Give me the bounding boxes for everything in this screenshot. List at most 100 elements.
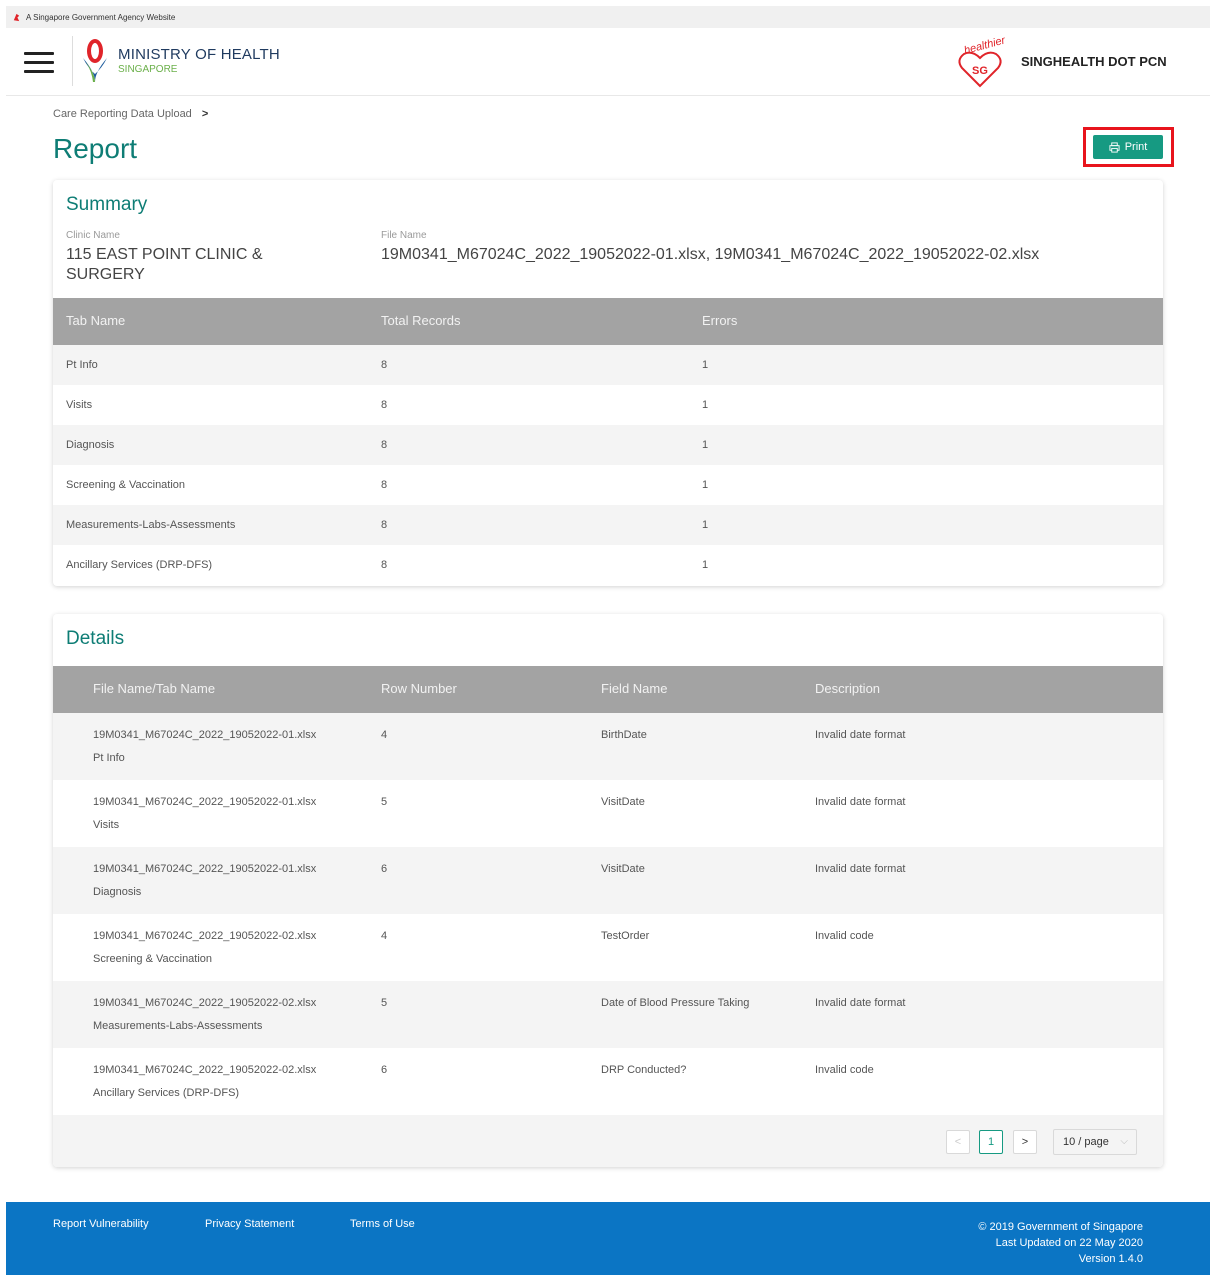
footer-link-terms[interactable]: Terms of Use (350, 1218, 415, 1230)
errors-cell: 1 (702, 479, 709, 491)
column-header: Field Name (601, 681, 668, 696)
description-cell: Invalid code (815, 930, 874, 942)
tab-name-cell: Screening & Vaccination (66, 479, 186, 491)
page-size-value: 10 / page (1063, 1136, 1109, 1148)
row-number-cell: 6 (381, 863, 388, 875)
file-name-cell: 19M0341_M67024C_2022_19052022-02.xlsx (93, 1064, 317, 1076)
table-row: Measurements-Labs-Assessments 8 1 (53, 505, 1163, 545)
field-name-cell: TestOrder (601, 930, 650, 942)
page-size-select[interactable]: 10 / page ⌵ (1053, 1129, 1137, 1155)
summary-card: Summary Clinic Name 115 EAST POINT CLINI… (53, 180, 1163, 586)
header-divider (72, 36, 73, 86)
column-header: Errors (702, 313, 738, 328)
table-row: 19M0341_M67024C_2022_19052022-02.xlsx Me… (53, 981, 1163, 1048)
table-row: 19M0341_M67024C_2022_19052022-01.xlsx Pt… (53, 713, 1163, 780)
errors-cell: 1 (702, 519, 709, 531)
table-row: Visits 8 1 (53, 385, 1163, 425)
breadcrumb-item-upload[interactable]: Care Reporting Data Upload (53, 108, 192, 120)
moh-logo[interactable]: MINISTRY OF HEALTH SINGAPORE (118, 46, 280, 75)
site-header: MINISTRY OF HEALTH SINGAPORE healthier S… (6, 28, 1210, 96)
total-records-cell: 8 (381, 399, 388, 411)
column-header: Row Number (381, 681, 457, 696)
field-name-cell: VisitDate (601, 863, 645, 875)
next-page-button[interactable]: > (1013, 1130, 1037, 1154)
total-records-cell: 8 (381, 519, 388, 531)
file-name-label: File Name (381, 230, 427, 241)
tab-name-cell: Ancillary Services (DRP-DFS) (93, 1087, 240, 1099)
column-header: Total Records (381, 313, 461, 328)
field-name-cell: DRP Conducted? (601, 1064, 687, 1076)
svg-text:SG: SG (972, 65, 988, 77)
printer-icon (1109, 141, 1120, 153)
tab-name-cell: Screening & Vaccination (93, 953, 213, 965)
row-number-cell: 6 (381, 1064, 388, 1076)
clinic-name-value-line2: SURGERY (66, 266, 145, 283)
total-records-cell: 8 (381, 359, 388, 371)
tab-name-cell: Diagnosis (66, 439, 115, 451)
lion-head-icon (13, 13, 20, 21)
breadcrumb: Care Reporting Data Upload > (53, 108, 208, 120)
table-row: 19M0341_M67024C_2022_19052022-02.xlsx Sc… (53, 914, 1163, 981)
row-number-cell: 5 (381, 997, 388, 1009)
print-button[interactable]: Print (1093, 135, 1163, 159)
errors-cell: 1 (702, 439, 709, 451)
copyright-text: © 2019 Government of Singapore (978, 1221, 1143, 1233)
details-title: Details (66, 628, 125, 649)
total-records-cell: 8 (381, 439, 388, 451)
column-header: File Name/Tab Name (93, 681, 216, 696)
description-cell: Invalid date format (815, 997, 906, 1009)
menu-icon[interactable] (24, 52, 54, 74)
description-cell: Invalid date format (815, 729, 906, 741)
row-number-cell: 4 (381, 930, 388, 942)
description-cell: Invalid date format (815, 796, 906, 808)
column-header: Description (815, 681, 881, 696)
last-updated-text: Last Updated on 22 May 2020 (995, 1237, 1143, 1249)
clinic-name-value-line1: 115 EAST POINT CLINIC & (66, 246, 263, 263)
table-row: 19M0341_M67024C_2022_19052022-02.xlsx An… (53, 1048, 1163, 1115)
prev-page-button[interactable]: < (946, 1130, 970, 1154)
summary-title: Summary (66, 194, 148, 215)
file-name-cell: 19M0341_M67024C_2022_19052022-01.xlsx (93, 729, 317, 741)
details-card: Details File Name/Tab Name Row Number Fi… (53, 614, 1163, 1167)
table-row: Screening & Vaccination 8 1 (53, 465, 1163, 505)
table-row: Diagnosis 8 1 (53, 425, 1163, 465)
gov-masthead: A Singapore Government Agency Website (6, 6, 1210, 28)
table-row: Pt Info 8 1 (53, 345, 1163, 385)
tab-name-cell: Pt Info (66, 359, 98, 371)
site-footer: Report Vulnerability Privacy Statement T… (6, 1202, 1210, 1275)
ministry-name: MINISTRY OF HEALTH (118, 46, 280, 63)
tab-name-cell: Diagnosis (93, 886, 142, 898)
tab-name-cell: Visits (93, 819, 120, 831)
tab-name-cell: Measurements-Labs-Assessments (93, 1020, 263, 1032)
table-row: 19M0341_M67024C_2022_19052022-01.xlsx Vi… (53, 780, 1163, 847)
tab-name-cell: Measurements-Labs-Assessments (66, 519, 236, 531)
total-records-cell: 8 (381, 479, 388, 491)
table-row: Ancillary Services (DRP-DFS) 8 1 (53, 545, 1163, 585)
breadcrumb-separator: > (201, 108, 209, 120)
description-cell: Invalid date format (815, 863, 906, 875)
details-table-header: File Name/Tab Name Row Number Field Name… (53, 666, 1163, 713)
row-number-cell: 4 (381, 729, 388, 741)
total-records-cell: 8 (381, 559, 388, 571)
clinic-name-label: Clinic Name (66, 230, 120, 241)
file-name-cell: 19M0341_M67024C_2022_19052022-01.xlsx (93, 863, 317, 875)
description-cell: Invalid code (815, 1064, 874, 1076)
moh-emblem-icon (83, 39, 107, 82)
field-name-cell: VisitDate (601, 796, 645, 808)
page-1-button[interactable]: 1 (979, 1130, 1003, 1154)
errors-cell: 1 (702, 399, 709, 411)
tab-name-cell: Pt Info (93, 752, 125, 764)
tab-name-cell: Visits (66, 399, 93, 411)
footer-link-report-vulnerability[interactable]: Report Vulnerability (53, 1218, 149, 1230)
column-header: Tab Name (66, 313, 126, 328)
version-text: Version 1.4.0 (1078, 1253, 1143, 1265)
tab-name-cell: Ancillary Services (DRP-DFS) (66, 559, 213, 571)
healthier-sg-logo: healthier SG (958, 36, 1008, 88)
chevron-down-icon: ⌵ (1120, 1136, 1128, 1147)
print-label: Print (1124, 141, 1148, 153)
footer-link-privacy[interactable]: Privacy Statement (205, 1218, 294, 1230)
row-number-cell: 5 (381, 796, 388, 808)
field-name-cell: Date of Blood Pressure Taking (601, 997, 750, 1009)
footer-info: © 2019 Government of Singapore Last Upda… (978, 1219, 1143, 1267)
file-name-cell: 19M0341_M67024C_2022_19052022-02.xlsx (93, 997, 317, 1009)
